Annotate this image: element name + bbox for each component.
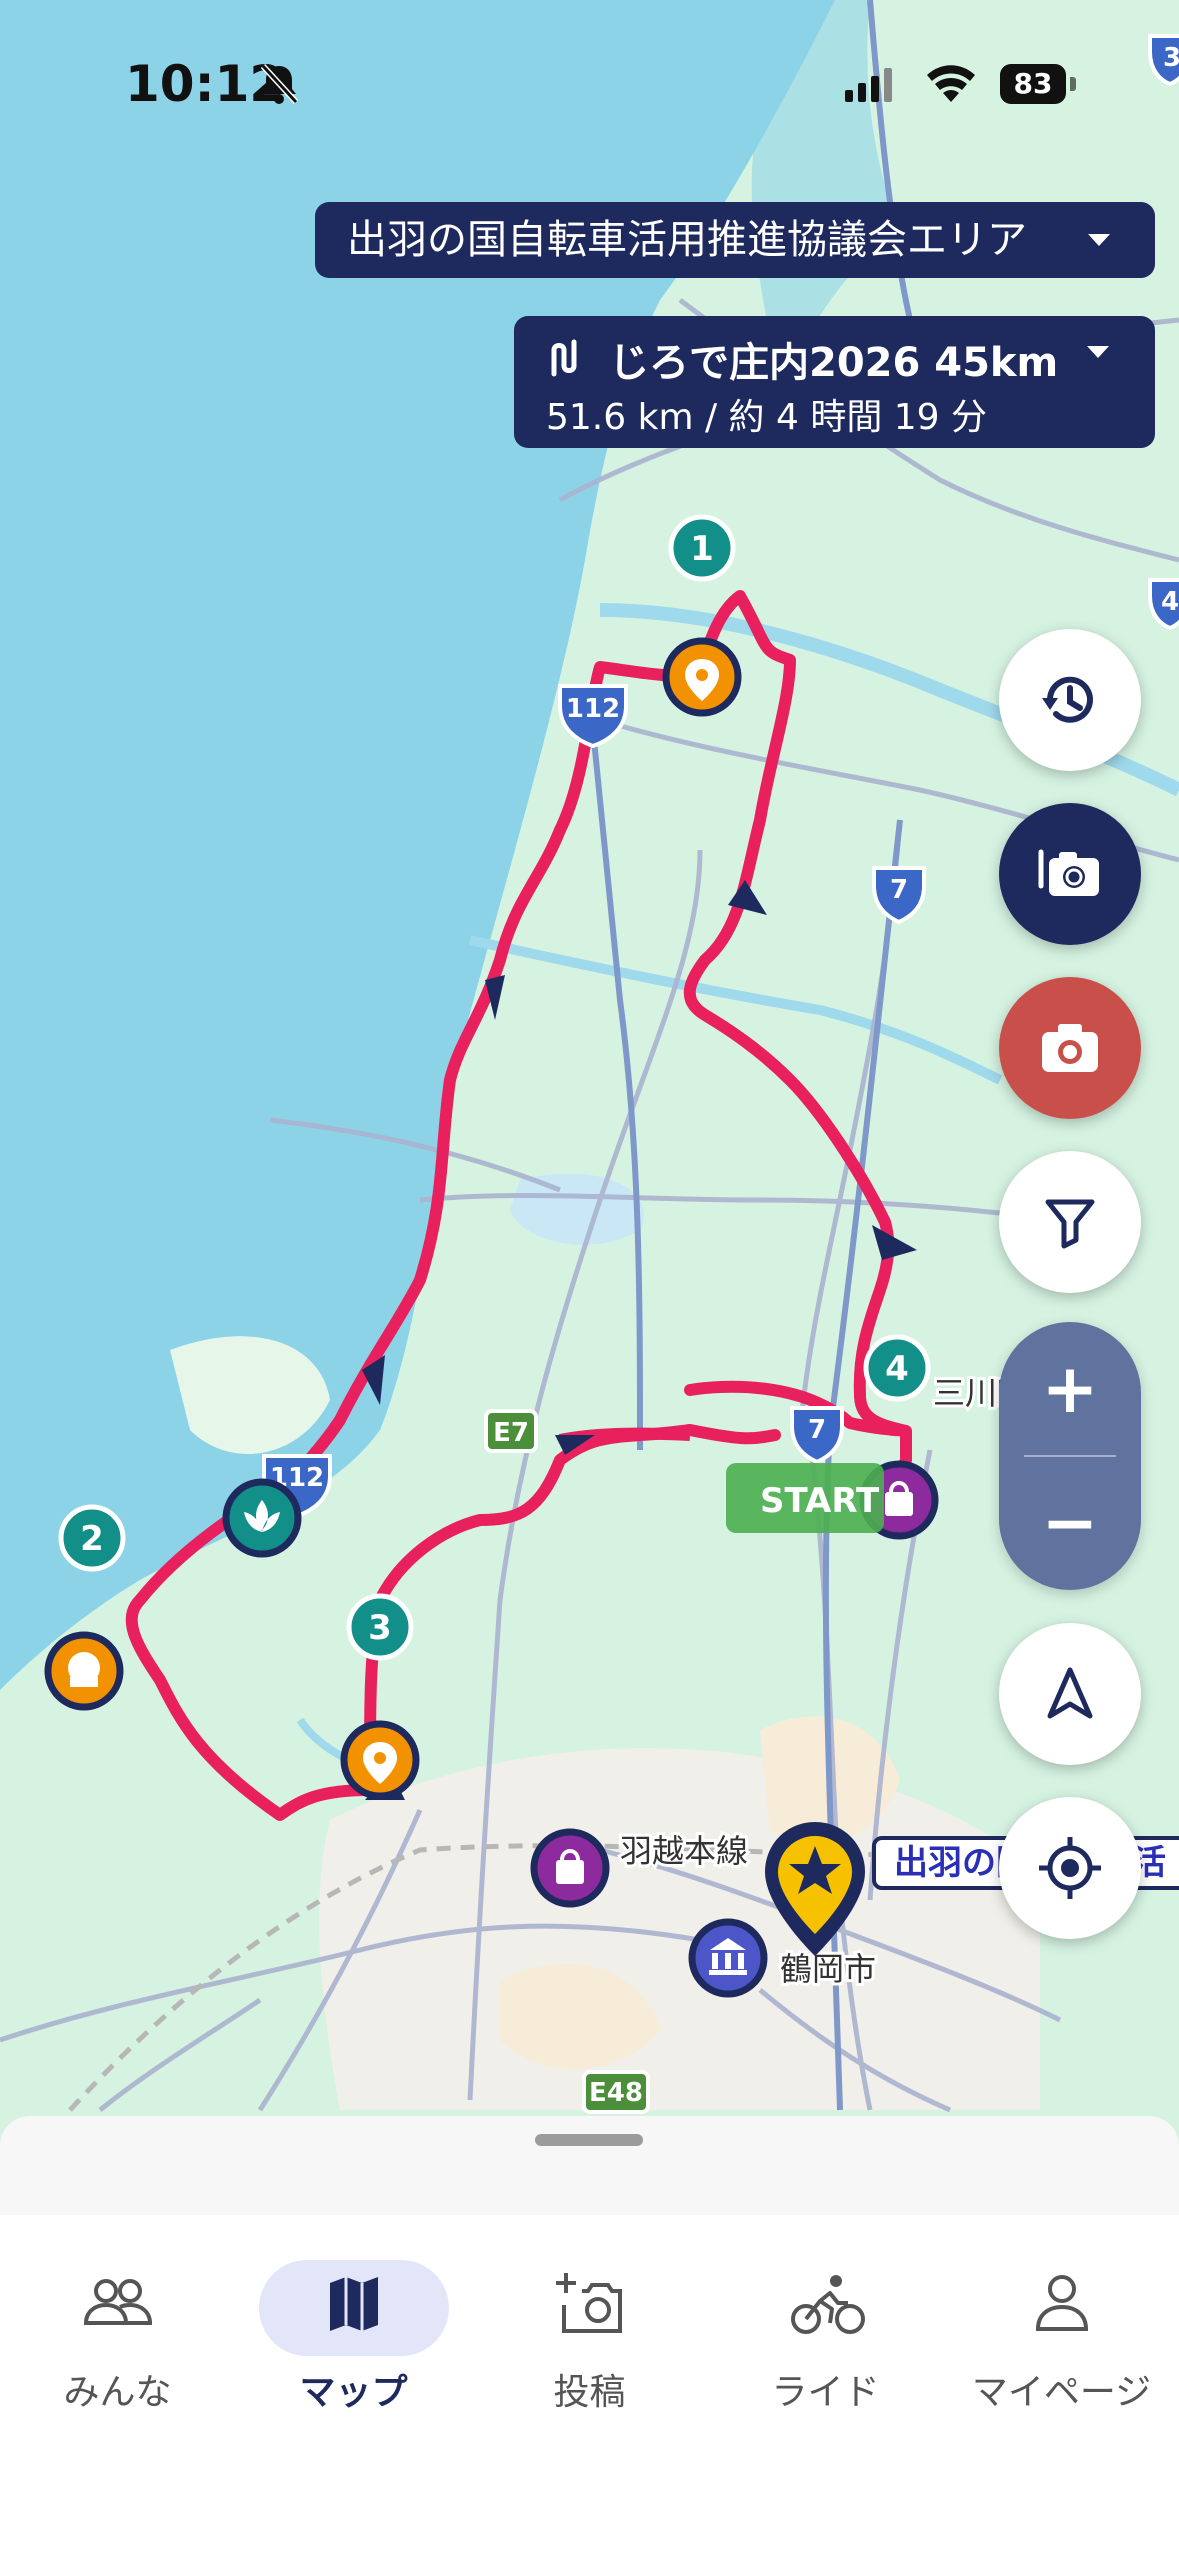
tab-post[interactable]: 投稿 <box>472 2215 707 2415</box>
poi-food-marker[interactable] <box>44 1631 124 1711</box>
locate-icon <box>1039 1837 1101 1899</box>
bell-muted-icon <box>260 63 299 105</box>
route-selector[interactable]: じろで庄内2026 45km 51.6 km / 約 4 時間 19 分 <box>514 316 1155 448</box>
route-title: じろで庄内2026 45km <box>609 340 1059 386</box>
waypoint-1: 1 <box>690 529 714 569</box>
region-selector-label: 出羽の国自転車活用推進協議会エリア <box>347 217 1027 263</box>
route-icon <box>551 339 577 377</box>
tab-ride[interactable]: ライド <box>708 2215 943 2415</box>
battery-indicator: 83 <box>1000 64 1066 104</box>
railway-label: 羽越本線 <box>620 1833 748 1869</box>
filter-button[interactable] <box>999 1151 1141 1293</box>
tab-label: みんな <box>63 2372 172 2413</box>
shield-e48: E48 <box>589 2078 643 2108</box>
poi-shop-marker-station[interactable] <box>530 1828 610 1908</box>
tab-everyone[interactable]: みんな <box>0 2215 235 2415</box>
filter-icon <box>1045 1199 1095 1249</box>
route-start-badge[interactable]: START <box>726 1463 884 1533</box>
chevron-down-icon <box>1088 234 1110 246</box>
tab-label: マップ <box>299 2372 408 2413</box>
cellular-signal-icon <box>845 68 892 102</box>
city-label-tsuruoka: 鶴岡市 <box>780 1951 876 1987</box>
tab-label: マイページ <box>971 2372 1152 2413</box>
camera-roll-button[interactable] <box>999 803 1141 945</box>
status-bar: 10:12 83 <box>0 0 1179 170</box>
camera-sync-icon <box>1038 849 1099 896</box>
tab-bar: みんな マップ 投稿 ライド マイページ <box>0 2215 1179 2556</box>
poi-pin-orange-north[interactable] <box>662 637 742 717</box>
camera-button[interactable] <box>999 977 1141 1119</box>
battery-tip <box>1070 77 1076 91</box>
person-icon <box>1035 2275 1089 2331</box>
add-photo-icon <box>556 2273 622 2333</box>
poi-pin-orange-south[interactable] <box>340 1720 420 1800</box>
camera-icon <box>1042 1024 1098 1072</box>
navigation-arrow-icon <box>1047 1667 1093 1719</box>
tab-map[interactable]: マップ <box>236 2215 471 2415</box>
locate-me-button[interactable] <box>999 1797 1141 1939</box>
zoom-control: + − <box>999 1322 1141 1590</box>
sheet-drag-handle[interactable] <box>535 2134 643 2146</box>
poi-museum-marker[interactable] <box>688 1918 768 1998</box>
tab-mypage[interactable]: マイページ <box>944 2215 1179 2415</box>
history-icon <box>1042 676 1093 723</box>
shield-7-north: 7 <box>890 875 908 905</box>
shield-112-north: 112 <box>566 694 620 724</box>
waypoint-4: 4 <box>885 1349 909 1389</box>
navigate-button[interactable] <box>999 1623 1141 1765</box>
tab-label: ライド <box>771 2372 880 2413</box>
waypoint-3: 3 <box>368 1608 392 1648</box>
svg-text:START: START <box>760 1481 880 1521</box>
shield-e7: E7 <box>493 1418 529 1448</box>
history-button[interactable] <box>999 629 1141 771</box>
shield-7-south: 7 <box>808 1415 826 1445</box>
route-summary: 51.6 km / 約 4 時間 19 分 <box>546 397 988 438</box>
people-icon <box>83 2279 153 2325</box>
map-icon <box>330 2277 378 2331</box>
waypoint-2: 2 <box>80 1519 104 1559</box>
wifi-icon <box>927 65 975 102</box>
zoom-in-button[interactable]: + <box>999 1322 1141 1456</box>
bike-icon <box>791 2275 865 2334</box>
region-selector[interactable]: 出羽の国自転車活用推進協議会エリア <box>315 202 1155 278</box>
shield-4: 4 <box>1161 587 1179 617</box>
zoom-out-button[interactable]: − <box>999 1456 1141 1590</box>
tab-label: 投稿 <box>553 2372 626 2413</box>
chevron-down-icon <box>1087 346 1109 358</box>
poi-spa-marker[interactable] <box>222 1478 302 1558</box>
